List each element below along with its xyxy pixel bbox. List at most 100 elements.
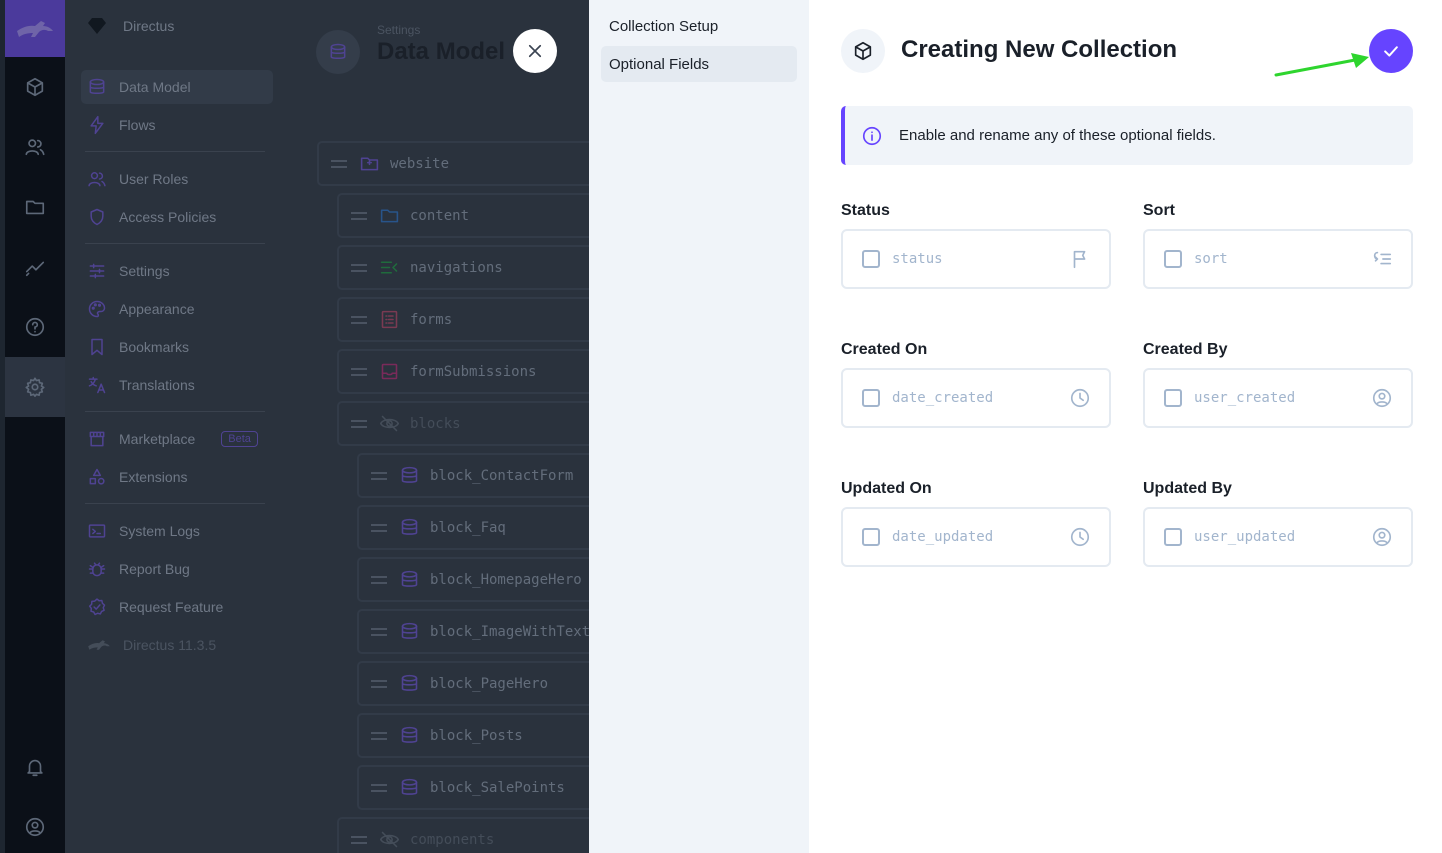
database-icon	[401, 674, 418, 691]
user-updated-checkbox[interactable]	[1164, 528, 1182, 546]
bolt-icon	[90, 115, 104, 135]
drag-handle[interactable]	[351, 315, 367, 324]
collection-row[interactable]: formSubmissions	[337, 349, 589, 394]
drag-handle[interactable]	[351, 211, 367, 220]
collection-row[interactable]: block_SalePoints	[357, 765, 589, 810]
field-label-status: Status	[841, 202, 890, 219]
sort-field-input[interactable]: sort	[1143, 229, 1413, 289]
nav-item-data-model[interactable]: Data Model	[81, 70, 273, 104]
nav-item-user-roles[interactable]: User Roles	[81, 162, 273, 196]
nav-item-label: Marketplace	[119, 431, 196, 447]
cube-icon	[26, 77, 44, 97]
nav-item-bookmarks[interactable]: Bookmarks	[81, 330, 273, 364]
help-module-button[interactable]	[5, 297, 65, 357]
drag-handle[interactable]	[331, 159, 347, 168]
folder-icon	[380, 209, 399, 223]
collection-row[interactable]: block_HomepageHero	[357, 557, 589, 602]
bug-icon	[88, 562, 106, 577]
database-icon	[401, 622, 418, 639]
collection-row[interactable]: website	[317, 141, 589, 186]
menu-icon	[380, 261, 398, 274]
drawer-title: Creating New Collection	[901, 36, 1178, 63]
drag-handle[interactable]	[351, 367, 367, 376]
files-module-button[interactable]	[5, 177, 65, 237]
sort-icon	[1373, 251, 1392, 265]
drag-handle[interactable]	[371, 575, 387, 584]
nav-item-request-feature[interactable]: Request Feature	[81, 590, 273, 624]
close-drawer-button[interactable]	[513, 29, 557, 73]
drag-handle[interactable]	[351, 419, 367, 428]
users-module-button[interactable]	[5, 117, 65, 177]
collection-row[interactable]: block_ImageWithText	[357, 609, 589, 654]
collection-row[interactable]: components	[337, 817, 589, 853]
drag-handle[interactable]	[371, 523, 387, 532]
eye-off-icon	[379, 831, 400, 848]
project-info[interactable]: Directus	[85, 14, 174, 38]
date-updated-field-input[interactable]: date_updated	[841, 507, 1111, 567]
collection-row[interactable]: content	[337, 193, 589, 238]
directus-logo[interactable]	[5, 0, 65, 57]
insights-module-button[interactable]	[5, 237, 65, 297]
save-collection-button[interactable]	[1369, 29, 1413, 73]
drawer-tab-optional-fields[interactable]: Optional Fields	[601, 46, 797, 82]
drag-handle[interactable]	[351, 263, 367, 272]
nav-item-label: User Roles	[119, 171, 189, 187]
field-label-updated-by: Updated By	[1143, 480, 1232, 497]
shield-icon	[90, 208, 104, 226]
user-updated-field-input[interactable]: user_updated	[1143, 507, 1413, 567]
database-icon	[401, 778, 418, 795]
collection-row[interactable]: block_PageHero	[357, 661, 589, 706]
date-created-field-input[interactable]: date_created	[841, 368, 1111, 428]
nav-item-appearance[interactable]: Appearance	[81, 292, 273, 326]
drag-handle[interactable]	[371, 731, 387, 740]
drag-handle[interactable]	[371, 679, 387, 688]
field-label-created-by: Created By	[1143, 341, 1228, 358]
field-label-sort: Sort	[1143, 202, 1175, 219]
date-created-checkbox[interactable]	[862, 389, 880, 407]
nav-item-report-bug[interactable]: Report Bug	[81, 552, 273, 586]
drag-handle[interactable]	[371, 471, 387, 480]
sort-checkbox[interactable]	[1164, 250, 1182, 268]
nav-item-label: Data Model	[119, 79, 191, 95]
collection-row[interactable]: block_ContactForm	[357, 453, 589, 498]
drawer-tab-collection-setup[interactable]: Collection Setup	[601, 8, 797, 44]
collection-row[interactable]: forms	[337, 297, 589, 342]
collection-row[interactable]: block_Posts	[357, 713, 589, 758]
collection-row[interactable]: blocks	[337, 401, 589, 446]
user-created-field-placeholder: user_created	[1194, 390, 1296, 406]
collection-name: block_Faq	[430, 519, 506, 536]
folder-icon	[360, 157, 379, 171]
nav-item-marketplace[interactable]: Marketplace Beta	[81, 422, 273, 456]
collection-row[interactable]: block_Faq	[357, 505, 589, 550]
shapes-icon	[89, 468, 105, 485]
nav-item-translations[interactable]: Translations	[81, 368, 273, 402]
database-icon	[330, 43, 346, 59]
nav-item-settings[interactable]: Settings	[81, 254, 273, 288]
notifications-button[interactable]	[5, 737, 65, 797]
user-updated-field-placeholder: user_updated	[1194, 529, 1296, 545]
user-created-field-input[interactable]: user_created	[1143, 368, 1413, 428]
user-created-checkbox[interactable]	[1164, 389, 1182, 407]
drag-handle[interactable]	[371, 783, 387, 792]
nav-item-extensions[interactable]: Extensions	[81, 460, 273, 494]
nav-item-label: Request Feature	[119, 599, 224, 615]
drag-handle[interactable]	[351, 835, 367, 844]
status-checkbox[interactable]	[862, 250, 880, 268]
date-created-field-placeholder: date_created	[892, 390, 994, 406]
main-content: Settings Data Model website content navi…	[285, 0, 589, 853]
database-icon	[401, 570, 418, 587]
user-menu-button[interactable]	[5, 797, 65, 853]
content-module-button[interactable]	[5, 57, 65, 117]
sliders-icon	[89, 263, 105, 279]
date-updated-checkbox[interactable]	[862, 528, 880, 546]
drag-handle[interactable]	[371, 627, 387, 636]
collection-row[interactable]: navigations	[337, 245, 589, 290]
nav-item-access-policies[interactable]: Access Policies	[81, 200, 273, 234]
status-field-input[interactable]: status	[841, 229, 1111, 289]
app-window: Directus Data Model Flows User Roles Acc…	[0, 0, 1442, 853]
page-title: Data Model	[377, 38, 506, 65]
nav-item-system-logs[interactable]: System Logs	[81, 514, 273, 548]
breadcrumb[interactable]: Settings	[377, 23, 420, 37]
settings-module-button[interactable]	[5, 357, 65, 417]
nav-item-flows[interactable]: Flows	[81, 108, 273, 142]
